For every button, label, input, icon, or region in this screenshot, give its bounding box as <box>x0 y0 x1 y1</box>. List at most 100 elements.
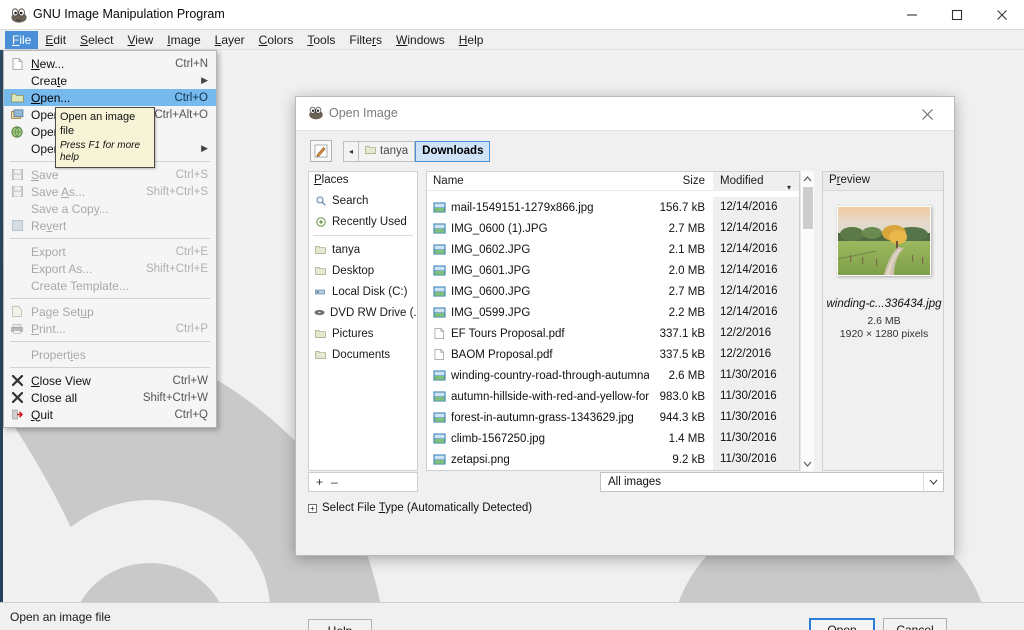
menu-help[interactable]: Help <box>452 31 491 49</box>
file-list-row[interactable]: IMG_0599.JPG 2.2 MB 12/14/2016 <box>427 302 799 323</box>
file-list-row[interactable]: forest-in-autumn-grass-1343629.jpg 944.3 … <box>427 407 799 428</box>
file-modified-cell: 12/14/2016 <box>713 239 799 260</box>
scroll-down-button[interactable] <box>801 457 814 470</box>
menu-file[interactable]: File <box>5 30 39 49</box>
menu-item-close-view[interactable]: Close View Ctrl+W <box>4 372 216 389</box>
menu-item-properties[interactable]: Properties <box>4 346 216 363</box>
menu-item-page-setup[interactable]: Page Setup <box>4 303 216 320</box>
file-list-row[interactable]: IMG_0602.JPG 2.1 MB 12/14/2016 <box>427 239 799 260</box>
file-modified-cell: 11/30/2016 <box>713 449 799 470</box>
menu-item-accel: Ctrl+S <box>175 168 208 181</box>
menu-item-save[interactable]: Save Ctrl+S <box>4 166 216 183</box>
image-file-icon <box>433 454 446 465</box>
file-list-scrollbar[interactable] <box>800 171 814 471</box>
file-name-label: climb-1567250.jpg <box>451 432 545 445</box>
file-list-row[interactable]: IMG_0600 (1).JPG 2.7 MB 12/14/2016 <box>427 218 799 239</box>
menu-item-save-as[interactable]: Save As... Shift+Ctrl+S <box>4 183 216 200</box>
menu-item-revert[interactable]: Revert <box>4 217 216 234</box>
place-item-recently-used[interactable]: Recently Used <box>309 211 417 232</box>
file-list-row[interactable]: IMG_0600.JPG 2.7 MB 12/14/2016 <box>427 281 799 302</box>
status-text: Open an image file <box>10 609 111 624</box>
menu-item-open[interactable]: Open... Ctrl+O <box>4 89 216 106</box>
bookmark-toolbar: + – <box>308 472 418 492</box>
menu-item-label: Close View <box>31 373 91 388</box>
window-controls <box>889 0 1024 30</box>
file-list-row[interactable]: climb-1567250.jpg 1.4 MB 11/30/2016 <box>427 428 799 449</box>
breadcrumb-downloads[interactable]: Downloads <box>415 140 491 162</box>
file-list-row[interactable]: BAOM Proposal.pdf 337.5 kB 12/2/2016 <box>427 344 799 365</box>
add-bookmark-button[interactable]: + <box>316 475 323 489</box>
column-header-size[interactable]: Size <box>649 175 713 187</box>
file-list-row[interactable]: EF Tours Proposal.pdf 337.1 kB 12/2/2016 <box>427 323 799 344</box>
menu-edit[interactable]: Edit <box>38 31 73 49</box>
path-previous-button[interactable]: ◂ <box>343 140 358 162</box>
menu-view[interactable]: View <box>120 31 160 49</box>
place-item-local-disk[interactable]: Local Disk (C:) <box>309 281 417 302</box>
place-item-documents[interactable]: Documents <box>309 344 417 365</box>
menu-item-close-all[interactable]: Close all Shift+Ctrl+W <box>4 389 216 406</box>
menu-image[interactable]: Image <box>160 31 207 49</box>
preview-panel: Preview winding-c...336434.jpg 2.6 MB 19… <box>822 171 944 471</box>
file-list-row[interactable]: autumn-hillside-with-red-and-yellow-fore… <box>427 386 799 407</box>
select-file-type-expander[interactable]: + Select File Type (Automatically Detect… <box>308 502 532 514</box>
file-name-cell: zetapsi.png <box>427 454 649 466</box>
close-x-icon <box>10 391 24 404</box>
file-name-cell: IMG_0601.JPG <box>427 265 649 277</box>
help-button[interactable]: Help <box>308 619 372 630</box>
save-as-icon <box>10 185 24 198</box>
menu-windows[interactable]: Windows <box>389 31 452 49</box>
edit-location-icon[interactable] <box>310 140 332 162</box>
menu-select[interactable]: Select <box>73 31 120 49</box>
gimp-wilber-icon <box>308 106 324 123</box>
remove-bookmark-button[interactable]: – <box>331 475 338 489</box>
submenu-arrow-icon: ▶ <box>201 75 208 85</box>
maximize-button[interactable] <box>934 0 979 30</box>
menu-item-export-as[interactable]: Export As... Shift+Ctrl+E <box>4 260 216 277</box>
menu-item-save-a-copy[interactable]: Save a Copy... <box>4 200 216 217</box>
menu-item-print[interactable]: Print... Ctrl+P <box>4 320 216 337</box>
dialog-close-button[interactable] <box>908 97 946 131</box>
menu-item-create-template[interactable]: Create Template... <box>4 277 216 294</box>
menu-item-new[interactable]: New... Ctrl+N <box>4 55 216 72</box>
file-list-row[interactable]: winding-country-road-through-autumnal-la… <box>427 365 799 386</box>
menu-item-label: Revert <box>31 218 67 233</box>
cancel-button[interactable]: Cancel <box>883 618 947 630</box>
place-item-pictures[interactable]: Pictures <box>309 323 417 344</box>
file-list-row[interactable]: IMG_0601.JPG 2.0 MB 12/14/2016 <box>427 260 799 281</box>
menu-filters[interactable]: Filters <box>342 31 389 49</box>
place-item-dvd-drive[interactable]: DVD RW Drive (... <box>309 302 417 323</box>
menu-item-quit[interactable]: Quit Ctrl+Q <box>4 406 216 423</box>
column-header-modified[interactable]: Modified ▾ <box>713 172 799 192</box>
minimize-button[interactable] <box>889 0 934 30</box>
scroll-up-button[interactable] <box>801 172 814 185</box>
file-modified-cell: 12/14/2016 <box>713 260 799 281</box>
close-x-icon <box>10 374 24 387</box>
menu-item-accel: Ctrl+N <box>175 57 208 70</box>
file-list-row[interactable]: mail-1549151-1279x866.jpg 156.7 kB 12/14/2… <box>427 197 799 218</box>
file-name-label: IMG_0599.JPG <box>451 306 531 319</box>
file-type-filter-combo[interactable]: All images <box>600 472 944 492</box>
file-list-row[interactable]: zetapsi.png 9.2 kB 11/30/2016 <box>427 449 799 470</box>
column-header-name[interactable]: Name <box>427 175 649 187</box>
open-image-dialog: Open Image ◂ tanya Downloads Places Sear… <box>295 96 955 630</box>
document-file-icon <box>433 328 446 339</box>
breadcrumb-tanya[interactable]: tanya <box>358 140 416 162</box>
menu-tools[interactable]: Tools <box>300 31 342 49</box>
place-item-search[interactable]: Search <box>309 190 417 211</box>
place-label: Pictures <box>332 327 374 340</box>
menu-item-export[interactable]: Export Ctrl+E <box>4 243 216 260</box>
open-button[interactable]: Open <box>809 618 875 630</box>
image-file-icon <box>433 307 446 318</box>
file-name-cell: forest-in-autumn-grass-1343629.jpg <box>427 412 649 424</box>
place-item-tanya[interactable]: tanya <box>309 239 417 260</box>
place-label: Search <box>332 194 369 207</box>
file-name-cell: EF Tours Proposal.pdf <box>427 328 649 340</box>
menu-item-create[interactable]: Create ▶ <box>4 72 216 89</box>
folder-open-icon <box>10 91 24 104</box>
scrollbar-thumb[interactable] <box>803 187 813 229</box>
place-item-desktop[interactable]: Desktop <box>309 260 417 281</box>
menu-layer[interactable]: Layer <box>208 31 252 49</box>
close-button[interactable] <box>979 0 1024 30</box>
menu-item-label: Properties <box>31 347 86 362</box>
menu-colors[interactable]: Colors <box>252 31 301 49</box>
